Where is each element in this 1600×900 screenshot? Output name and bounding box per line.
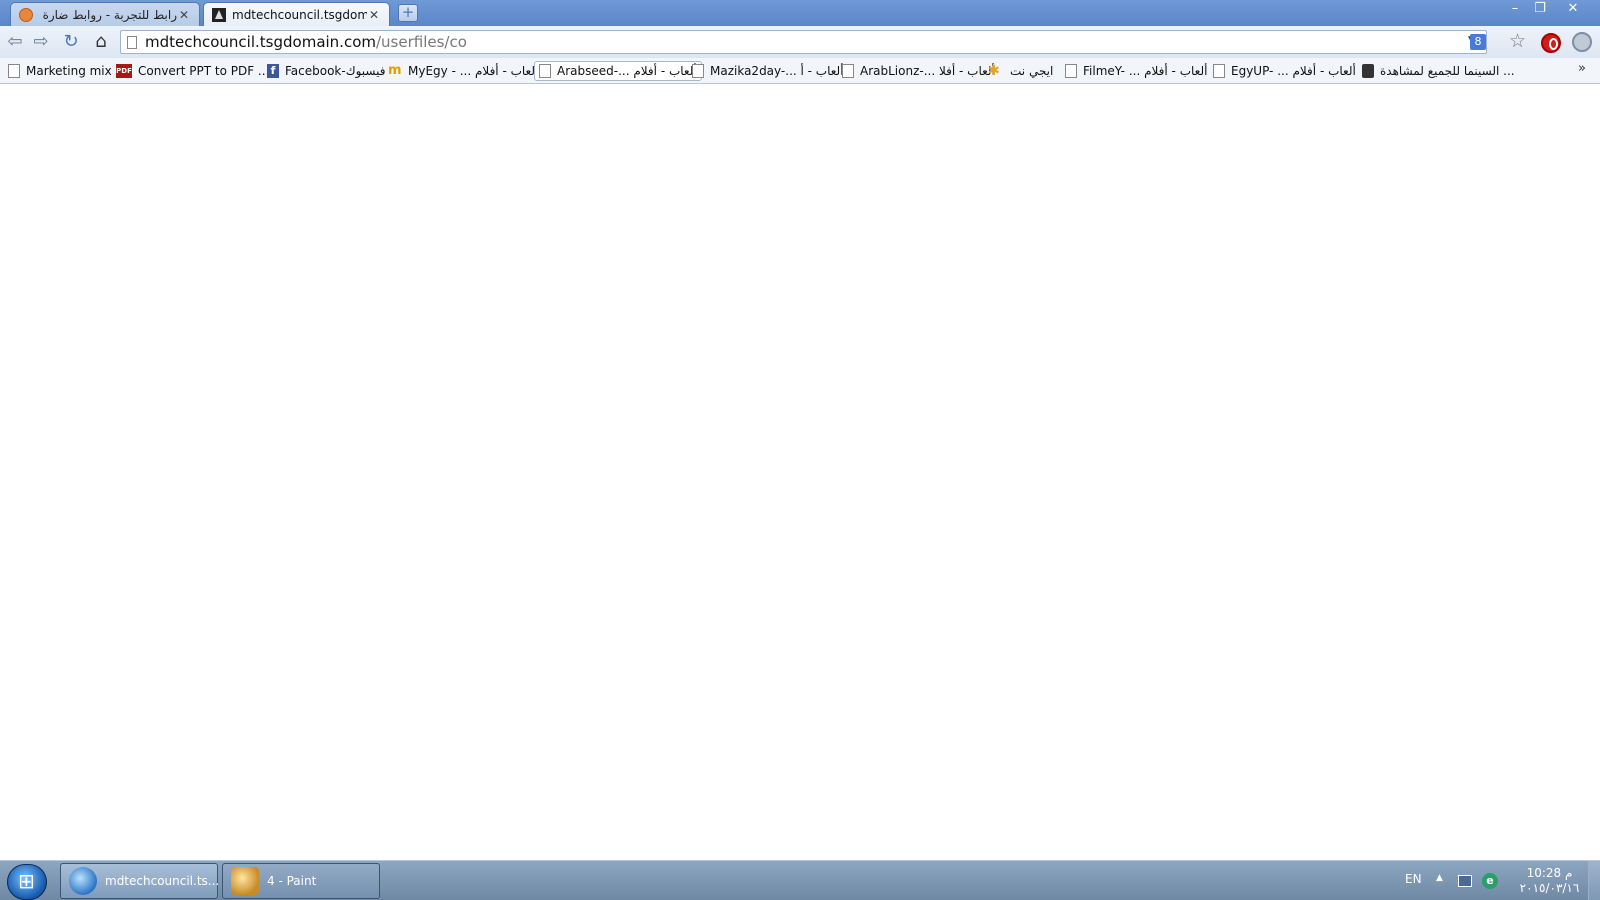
taskbar-item-paint[interactable]: 4 - Paint — [222, 863, 380, 899]
bookmark-label: EgyUP- ... ألعاب - أفلام — [1231, 64, 1356, 78]
paint-icon — [231, 867, 259, 895]
taskbar-item-label: mdtechcouncil.ts... — [105, 874, 220, 888]
bookmark-label: ايجي نت — [1010, 64, 1054, 78]
address-bar[interactable]: mdtechcouncil.tsgdomain.com/userfiles/co — [120, 30, 1487, 54]
system-clock[interactable]: 10:28 م ٢٠١٥/٠٣/١٦ — [1512, 866, 1587, 896]
tab-2[interactable]: mdtechcouncil.tsgdomain ✕ — [203, 2, 390, 26]
bookmark-label: Facebook-فيسبوك — [285, 64, 386, 78]
taskbar-item-browser[interactable]: mdtechcouncil.ts... — [60, 863, 220, 899]
bookmark-label: Mazika2day-... ألعاب - أ — [710, 64, 844, 78]
google-search-icon[interactable]: 8 — [1470, 34, 1486, 50]
bookmark-label: ArabLionz-... ألعاب - أفلا — [860, 64, 995, 78]
tray-app-icon[interactable]: e — [1482, 873, 1498, 889]
warning-favicon-icon — [19, 7, 33, 22]
facebook-icon: f — [267, 64, 279, 78]
bookmark-item-active[interactable]: Arabseed-... ألعاب - أفلام — [534, 61, 702, 81]
bookmark-item[interactable]: ✱ ايجي نت — [988, 61, 1053, 81]
page-info-icon[interactable] — [127, 35, 137, 49]
bookmark-item[interactable]: ArabLionz-... ألعاب - أفلا — [842, 61, 995, 81]
page-icon — [8, 64, 20, 78]
page-content — [0, 85, 1600, 860]
pdf-icon: PDF — [116, 64, 132, 78]
bookmark-item[interactable]: FilmeY- ... ألعاب - أفلام — [1065, 61, 1207, 81]
show-hidden-icons-icon[interactable]: ▲ — [1436, 873, 1443, 883]
restore-icon[interactable]: ❐ — [1527, 0, 1553, 18]
bookmark-item[interactable]: PDF Convert PPT to PDF ... — [116, 61, 269, 81]
browser-toolbar: ⇦ ⇨ ↻ ⌂ mdtechcouncil.tsgdomain.com/user… — [0, 26, 1600, 58]
reload-icon[interactable]: ↻ — [60, 31, 82, 53]
bookmark-item[interactable]: Marketing mix — [8, 61, 112, 81]
tab-1-close-icon[interactable]: ✕ — [177, 8, 191, 22]
camera-icon — [1362, 64, 1374, 78]
browser-globe-icon — [69, 867, 97, 895]
bookmark-label: MyEgy - ... ألعاب - أفلام — [408, 64, 539, 78]
show-desktop-button[interactable] — [1588, 861, 1600, 900]
myegy-icon: m — [388, 63, 402, 78]
bookmark-item[interactable]: m MyEgy - ... ألعاب - أفلام — [388, 61, 538, 81]
page-icon — [842, 64, 854, 78]
bookmark-item[interactable]: Mazika2day-... ألعاب - أ — [692, 61, 844, 81]
bookmark-label: FilmeY- ... ألعاب - أفلام — [1083, 64, 1208, 78]
tab-2-title: mdtechcouncil.tsgdomain — [232, 7, 367, 22]
page-icon — [1213, 64, 1225, 78]
page-icon — [1065, 64, 1077, 78]
bookmark-star-icon[interactable]: ☆ — [1509, 30, 1526, 52]
windows-taskbar: mdtechcouncil.ts... 4 - Paint EN ▲ e 10:… — [0, 860, 1600, 900]
bookmark-label: Marketing mix — [26, 64, 112, 78]
url-host: mdtechcouncil.tsgdomain.com — [145, 33, 376, 51]
url-path: /userfiles/co — [375, 33, 467, 51]
new-tab-button[interactable]: + — [398, 4, 418, 22]
browser-title-bar: رابط للتجربة - روابط ضارة ... ✕ mdtechco… — [0, 0, 1600, 26]
bookmark-label: Arabseed-... ألعاب - أفلام — [557, 64, 697, 78]
clock-time: 10:28 م — [1526, 866, 1573, 880]
page-icon — [539, 64, 551, 78]
network-icon[interactable] — [1458, 875, 1472, 887]
forward-arrow-icon[interactable]: ⇨ — [30, 31, 52, 53]
back-arrow-icon[interactable]: ⇦ — [4, 31, 26, 53]
egynet-icon: ✱ — [988, 63, 1000, 79]
clock-date: ٢٠١٥/٠٣/١٦ — [1519, 881, 1580, 895]
tab-1[interactable]: رابط للتجربة - روابط ضارة ... ✕ — [10, 2, 200, 26]
bookmark-item[interactable]: السينما للجميع لمشاهدة ... — [1362, 61, 1515, 81]
minimize-icon[interactable]: – — [1502, 0, 1528, 18]
tab-2-close-icon[interactable]: ✕ — [367, 8, 381, 22]
home-icon[interactable]: ⌂ — [90, 31, 112, 53]
bookmark-item[interactable]: EgyUP- ... ألعاب - أفلام — [1213, 61, 1356, 81]
start-button[interactable] — [7, 864, 47, 900]
bookmarks-bar: Marketing mix PDF Convert PPT to PDF ...… — [0, 58, 1600, 84]
tab-1-title: رابط للتجربة - روابط ضارة ... — [39, 7, 177, 22]
extension-power-icon[interactable] — [1541, 33, 1561, 53]
wrench-menu-icon[interactable] — [1572, 32, 1592, 52]
page-icon — [692, 64, 704, 78]
bookmark-item[interactable]: f Facebook-فيسبوك — [267, 61, 386, 81]
close-window-icon[interactable]: ✕ — [1553, 0, 1593, 18]
site-favicon-icon — [212, 7, 226, 22]
bookmarks-overflow-icon[interactable]: » — [1578, 61, 1586, 76]
taskbar-item-label: 4 - Paint — [267, 874, 317, 888]
language-indicator[interactable]: EN — [1405, 872, 1422, 886]
bookmark-label: السينما للجميع لمشاهدة ... — [1380, 64, 1515, 78]
bookmark-label: Convert PPT to PDF ... — [138, 64, 270, 78]
